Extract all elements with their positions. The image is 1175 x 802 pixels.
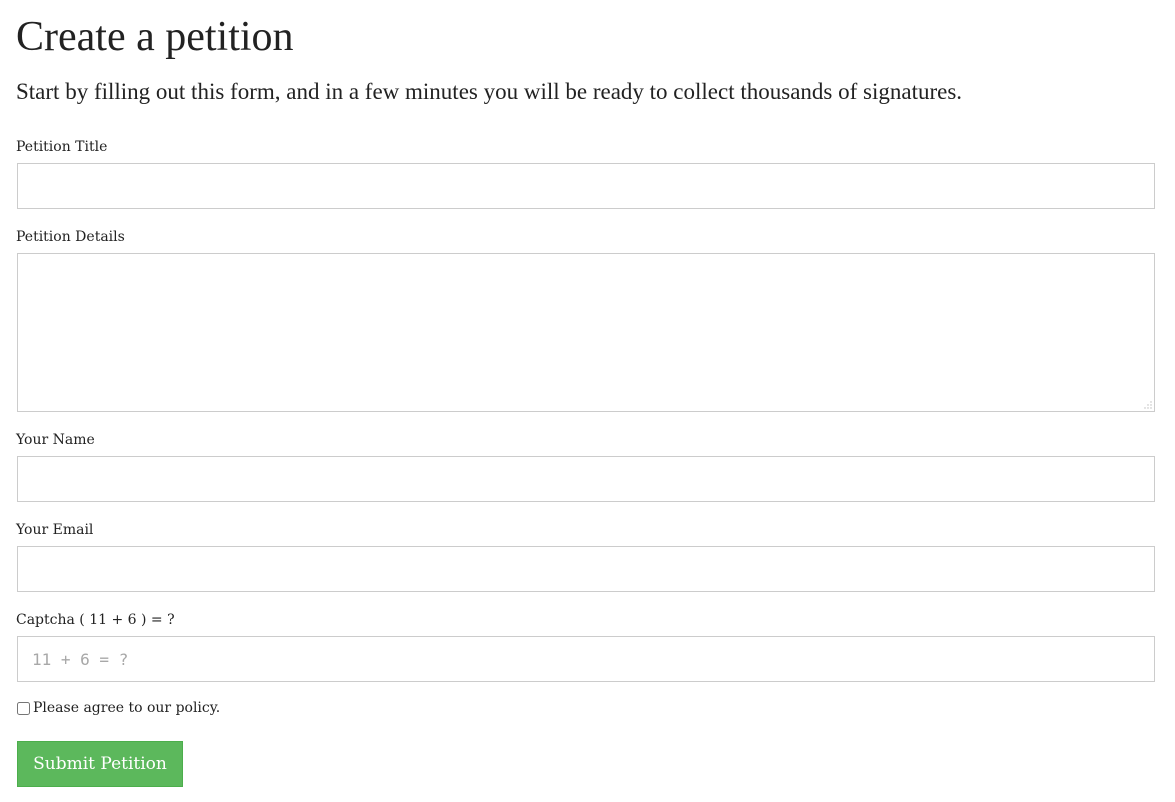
petition-details-textarea[interactable] — [17, 253, 1155, 412]
policy-agreement-label: Please agree to our policy. — [33, 700, 221, 716]
page-subtitle: Start by filling out this form, and in a… — [16, 79, 963, 104]
petition-details-label: Petition Details — [16, 229, 125, 245]
submit-petition-button[interactable]: Submit Petition — [17, 741, 183, 787]
petition-details-wrapper — [17, 253, 1155, 412]
your-email-label: Your Email — [16, 522, 94, 538]
your-email-input[interactable] — [17, 546, 1155, 592]
captcha-input[interactable] — [17, 636, 1155, 682]
resize-grip-icon[interactable] — [1144, 401, 1152, 409]
your-name-label: Your Name — [16, 432, 95, 448]
page-title: Create a petition — [16, 14, 294, 60]
petition-title-input[interactable] — [17, 163, 1155, 209]
policy-checkbox[interactable] — [17, 701, 30, 715]
policy-agreement[interactable]: Please agree to our policy. — [16, 700, 220, 716]
captcha-label: Captcha ( 11 + 6 ) = ? — [16, 612, 175, 628]
your-name-input[interactable] — [17, 456, 1155, 502]
petition-title-label: Petition Title — [16, 139, 108, 155]
